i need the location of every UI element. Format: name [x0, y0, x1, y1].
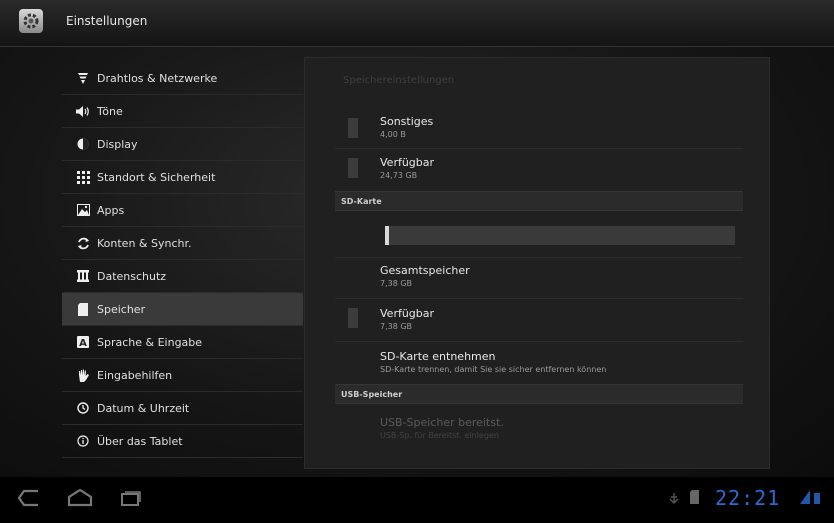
sidebar-item-label: Sprache & Eingabe	[97, 335, 203, 349]
sd-card-section-header: SD-Karte	[335, 191, 743, 211]
sidebar-item-privacy[interactable]: Datenschutz	[62, 260, 303, 293]
divider	[335, 148, 743, 149]
divider	[335, 298, 743, 299]
home-icon[interactable]	[67, 489, 93, 507]
sidebar-item-display[interactable]: Display	[62, 128, 303, 161]
sd-total-label: Gesamtspeicher	[380, 264, 470, 277]
sd-eject-label: SD-Karte entnehmen	[380, 350, 496, 363]
accessibility-hand-icon	[73, 369, 93, 382]
sd-card-total: Gesamtspeicher 7,38 GB	[380, 264, 774, 288]
sd-eject-description: SD-Karte trennen, damit Sie sie sicher e…	[380, 365, 607, 374]
sidebar-item-label: Eingabehilfen	[97, 368, 173, 382]
settings-gear-icon[interactable]	[19, 9, 43, 33]
info-icon	[73, 435, 93, 447]
sd-available-value: 7,38 GB	[380, 322, 413, 331]
sidebar-item-location-security[interactable]: Standort & Sicherheit	[62, 161, 303, 194]
sidebar-item-label: Datum & Uhrzeit	[97, 401, 190, 415]
sidebar-item-label: Datenschutz	[97, 269, 167, 283]
app-title: Einstellungen	[66, 14, 148, 28]
sidebar-item-label: Konten & Synchr.	[97, 236, 192, 250]
speaker-icon	[73, 105, 93, 117]
system-navigation-bar: 22:21	[0, 477, 834, 523]
signal-battery-icon[interactable]	[800, 490, 822, 504]
usb-storage-section-header: USB-Speicher	[335, 384, 743, 404]
privacy-icon	[73, 270, 93, 282]
sidebar-item-accessibility[interactable]: Eingabehilfen	[62, 359, 303, 392]
sidebar-item-label: Drahtlos & Netzwerke	[97, 71, 218, 85]
status-clock[interactable]: 22:21	[715, 486, 780, 510]
sd-available-swatch	[348, 308, 358, 328]
storage-icon	[73, 302, 93, 316]
usb-mount-description: USB-Sp. für Bereitst. einlegen	[380, 431, 499, 440]
svg-text:A: A	[79, 338, 87, 348]
language-icon: A	[73, 336, 93, 348]
clock-icon	[73, 402, 93, 414]
wifi-icon	[73, 72, 93, 84]
usb-mount-label: USB-Speicher bereitst.	[380, 416, 504, 429]
sd-card-eject[interactable]: SD-Karte entnehmen SD-Karte trennen, dam…	[380, 350, 774, 374]
panel-heading: Speichereinstellungen	[343, 75, 455, 86]
sidebar-item-about-tablet[interactable]: Über das Tablet	[62, 425, 303, 458]
divider	[335, 257, 743, 258]
storage-available: Verfügbar 24,73 GB	[380, 156, 774, 180]
storage-available-value: 24,73 GB	[380, 171, 418, 180]
sd-card-notification-icon[interactable]	[690, 490, 699, 504]
sd-card-available: Verfügbar 7,38 GB	[380, 307, 774, 331]
sd-card-usage-bar	[385, 226, 735, 245]
settings-sidebar: Drahtlos & Netzwerke Töne Display Stando…	[62, 62, 303, 458]
location-grid-icon	[73, 170, 93, 184]
storage-settings-panel: Speichereinstellungen Sonstiges 4,00 B V…	[304, 57, 770, 469]
title-bar: Einstellungen	[0, 0, 834, 47]
sidebar-item-label: Apps	[97, 203, 125, 217]
sidebar-item-label: Töne	[97, 104, 123, 118]
other-storage-swatch	[348, 118, 358, 138]
recent-apps-icon[interactable]	[120, 489, 142, 507]
brightness-icon	[73, 138, 93, 150]
sidebar-item-apps[interactable]: Apps	[62, 194, 303, 227]
back-icon[interactable]	[18, 489, 40, 507]
sidebar-item-storage[interactable]: Speicher	[62, 293, 303, 326]
sd-available-label: Verfügbar	[380, 307, 435, 320]
sd-total-value: 7,38 GB	[380, 279, 413, 288]
usb-storage-mount[interactable]: USB-Speicher bereitst. USB-Sp. für Berei…	[380, 416, 774, 440]
sidebar-item-label: Speicher	[97, 302, 146, 316]
storage-other-label: Sonstiges	[380, 115, 434, 128]
storage-other-value: 4,00 B	[380, 130, 406, 139]
sidebar-item-sounds[interactable]: Töne	[62, 95, 303, 128]
sidebar-item-accounts-sync[interactable]: Konten & Synchr.	[62, 227, 303, 260]
sync-icon	[73, 237, 93, 250]
storage-available-label: Verfügbar	[380, 156, 435, 169]
available-storage-swatch	[348, 158, 358, 178]
sidebar-item-date-time[interactable]: Datum & Uhrzeit	[62, 392, 303, 425]
storage-other: Sonstiges 4,00 B	[380, 115, 774, 139]
apps-icon	[73, 204, 93, 216]
usb-notification-icon[interactable]	[668, 493, 680, 505]
sidebar-item-label: Über das Tablet	[97, 434, 183, 448]
sidebar-item-label: Display	[97, 137, 138, 151]
sidebar-item-language-input[interactable]: A Sprache & Eingabe	[62, 326, 303, 359]
sd-card-usage-fill	[385, 226, 389, 245]
sidebar-item-wireless[interactable]: Drahtlos & Netzwerke	[62, 62, 303, 95]
sidebar-item-label: Standort & Sicherheit	[97, 170, 216, 184]
divider	[335, 341, 743, 342]
